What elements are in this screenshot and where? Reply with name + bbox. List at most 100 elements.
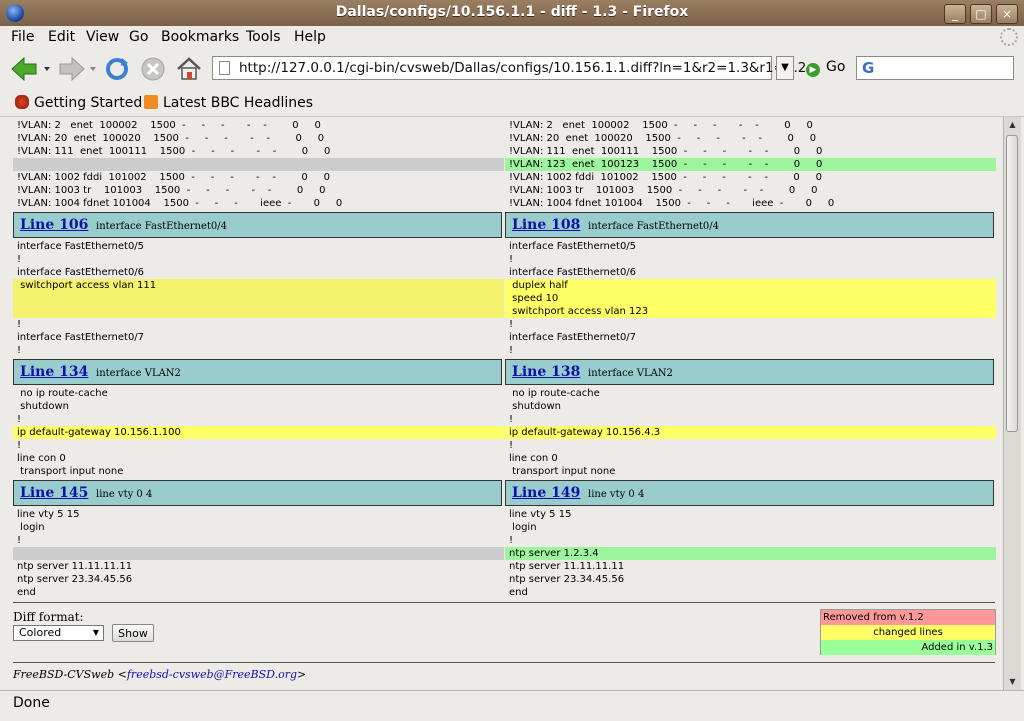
diff-line: login: [509, 522, 537, 533]
hunk-signature: interface FastEthernet0/4: [588, 221, 720, 232]
hunk-signature: interface FastEthernet0/4: [96, 221, 228, 232]
diff-line: !VLAN: 1004 fdnet 101004 1500 - - - ieee…: [17, 198, 343, 209]
url-input[interactable]: http://127.0.0.1/cgi-bin/cvsweb/Dallas/c…: [212, 56, 806, 80]
diff-line: !: [17, 345, 22, 356]
diff-line: !: [17, 535, 22, 546]
diff-hunk-header: Line 108 interface FastEthernet0/4: [505, 212, 994, 238]
scroll-down-arrow-icon[interactable]: ▼: [1004, 674, 1021, 690]
status-text: Done: [13, 695, 50, 711]
diff-line: [13, 158, 504, 171]
back-arrow-icon: [11, 56, 50, 82]
diff-line: interface FastEthernet0/6: [17, 267, 145, 278]
diff-line: interface FastEthernet0/7: [509, 332, 637, 343]
diff-line: transport input none: [17, 466, 124, 477]
diff-line: no ip route-cache: [17, 388, 108, 399]
hunk-signature: interface VLAN2: [96, 368, 181, 379]
diff-line: ntp server 1.2.3.4: [505, 547, 996, 560]
search-input[interactable]: G: [856, 56, 1014, 80]
diff-hunk-header: Line 134 interface VLAN2: [13, 359, 502, 385]
hunk-signature: line vty 0 4: [588, 489, 645, 500]
chevron-down-icon: ▼: [92, 628, 100, 637]
diff-line: interface FastEthernet0/6: [509, 267, 637, 278]
forward-button[interactable]: [56, 54, 96, 84]
go-icon: ▶: [806, 63, 820, 77]
diff-line: !VLAN: 1004 fdnet 101004 1500 - - - ieee…: [509, 198, 835, 209]
diff-line: ntp server 11.11.11.11: [509, 561, 625, 572]
diff-line: ip default-gateway 10.156.4.3: [505, 426, 996, 439]
menu-bar: File Edit View Go Bookmarks Tools Help: [0, 26, 1024, 49]
scrollbar-thumb[interactable]: [1006, 135, 1018, 432]
line-number-link[interactable]: Line 149: [512, 485, 580, 501]
diff-line: end: [17, 587, 36, 598]
page-content: !VLAN: 2 enet 100002 1500 - - - - - 0 0!…: [0, 117, 1003, 690]
diff-line: !VLAN: 1003 tr 101003 1500 - - - - - 0 0: [509, 185, 818, 196]
line-number-link[interactable]: Line 145: [20, 485, 88, 501]
url-history-dropdown[interactable]: ▼: [776, 56, 794, 80]
scroll-up-arrow-icon[interactable]: ▲: [1004, 117, 1021, 133]
page-icon: [219, 61, 230, 75]
close-window-button[interactable]: ×: [996, 4, 1018, 24]
stop-button[interactable]: [138, 54, 170, 84]
hunk-signature: interface VLAN2: [588, 368, 673, 379]
bookmark-bbc-headlines[interactable]: Latest BBC Headlines: [144, 95, 313, 111]
line-number-link[interactable]: Line 138: [512, 364, 580, 380]
menu-file[interactable]: File: [11, 29, 34, 45]
diff-hunk-header: Line 138 interface VLAN2: [505, 359, 994, 385]
diff-line: [13, 547, 504, 560]
status-bar: Done: [0, 690, 1024, 721]
google-icon: G: [862, 59, 875, 77]
diff-line: speed 10: [505, 292, 996, 305]
diff-hunk-header: Line 149 line vty 0 4: [505, 480, 994, 506]
minimize-button[interactable]: _: [944, 4, 966, 24]
legend-removed: Removed from v.1.2: [821, 610, 995, 625]
diff-line: !VLAN: 1002 fddi 101002 1500 - - - - - 0…: [509, 172, 823, 183]
diff-line: line con 0: [17, 453, 66, 464]
menu-help[interactable]: Help: [294, 29, 326, 45]
diff-line: line vty 5 15: [17, 509, 80, 520]
back-button[interactable]: [8, 54, 50, 84]
diff-line: !VLAN: 111 enet 100111 1500 - - - - - 0 …: [17, 146, 331, 157]
menu-view[interactable]: View: [86, 29, 119, 45]
diff-legend: Removed from v.1.2 changed lines Added i…: [820, 609, 996, 655]
diff-format-select[interactable]: Colored ▼: [13, 625, 104, 641]
diff-line: !: [509, 535, 514, 546]
menu-go[interactable]: Go: [129, 29, 148, 45]
go-label: Go: [826, 59, 846, 75]
line-number-link[interactable]: Line 106: [20, 217, 88, 233]
show-button[interactable]: Show: [112, 624, 154, 642]
menu-edit[interactable]: Edit: [48, 29, 75, 45]
reload-button[interactable]: [102, 54, 134, 84]
diff-line: !: [17, 414, 22, 425]
diff-line: no ip route-cache: [509, 388, 600, 399]
diff-line: ntp server 23.34.45.56: [509, 574, 625, 585]
diff-line: !VLAN: 20 enet 100020 1500 - - - - - 0 0: [17, 133, 325, 144]
bookmarks-toolbar: Getting Started Latest BBC Headlines: [0, 91, 1024, 117]
go-button[interactable]: ▶ Go: [806, 59, 845, 77]
line-number-link[interactable]: Line 108: [512, 217, 580, 233]
maintainer-email-link[interactable]: freebsd-cvsweb@FreeBSD.org: [127, 668, 297, 681]
maximize-button[interactable]: □: [970, 4, 992, 24]
diff-line: !: [17, 319, 22, 330]
browser-window: Dallas/configs/10.156.1.1 - diff - 1.3 -…: [0, 0, 1024, 721]
diff-line: !: [509, 440, 514, 451]
menu-bookmarks[interactable]: Bookmarks: [161, 29, 239, 45]
diff-line: !VLAN: 2 enet 100002 1500 - - - - - 0 0: [509, 120, 813, 131]
line-number-link[interactable]: Line 134: [20, 364, 88, 380]
menu-tools[interactable]: Tools: [246, 29, 281, 45]
home-button[interactable]: [174, 54, 206, 84]
bookmark-getting-started[interactable]: Getting Started: [15, 95, 142, 111]
diff-line: !VLAN: 1002 fddi 101002 1500 - - - - - 0…: [17, 172, 331, 183]
vertical-scrollbar[interactable]: ▲ ▼: [1003, 117, 1021, 690]
diff-line: !: [509, 414, 514, 425]
url-text: http://127.0.0.1/cgi-bin/cvsweb/Dallas/c…: [239, 60, 807, 76]
diff-line: end: [509, 587, 528, 598]
diff-line: ip default-gateway 10.156.1.100: [13, 426, 504, 439]
separator-line: [13, 602, 995, 603]
diff-line: duplex half: [505, 279, 996, 292]
bookmark-icon: [15, 95, 29, 109]
diff-line: interface FastEthernet0/5: [509, 241, 637, 252]
diff-line: shutdown: [17, 401, 69, 412]
home-icon: [177, 57, 201, 80]
diff-line: line vty 5 15: [509, 509, 572, 520]
window-title: Dallas/configs/10.156.1.1 - diff - 1.3 -…: [335, 4, 689, 20]
